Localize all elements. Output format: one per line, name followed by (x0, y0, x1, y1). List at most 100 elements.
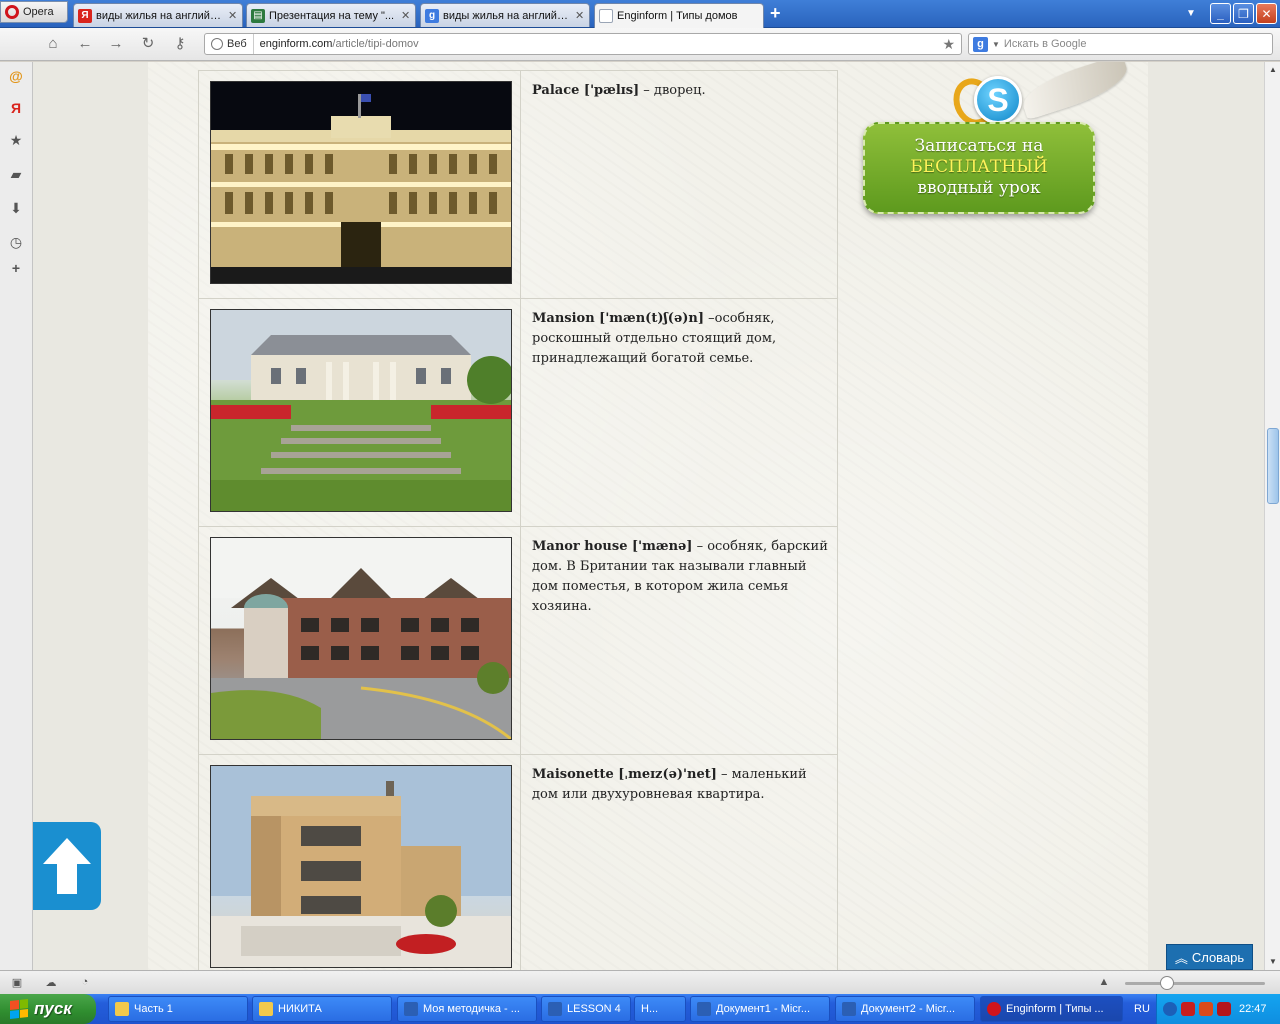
tab-title: виды жилья на английс... (443, 9, 571, 22)
site-info-badge[interactable]: Веб (205, 34, 254, 54)
close-window-icon[interactable]: ✕ (1256, 3, 1277, 24)
word-icon (842, 1002, 856, 1016)
taskbar-item[interactable]: НИКИТА (252, 996, 392, 1022)
tab-title: Презентация на тему "... (269, 9, 395, 22)
zoom-slider[interactable] (1125, 982, 1265, 985)
key-icon[interactable]: ⚷ (169, 34, 191, 54)
manor-house-photo (210, 537, 512, 740)
term: Mansion ['mæn(t)ʃ(ə)n] (532, 311, 704, 326)
browser-tab-active[interactable]: Enginform | Типы домов (594, 3, 764, 28)
taskbar-item[interactable]: Документ2 - Micr... (835, 996, 975, 1022)
browser-status-bar: ▣ ☁ ◔ ▲ (0, 970, 1280, 994)
start-label: пуск (34, 999, 72, 1018)
definition: – дворец. (639, 83, 706, 98)
image-cell (199, 755, 521, 970)
scroll-to-top-button[interactable] (33, 822, 101, 910)
language-indicator[interactable]: RU (1134, 1003, 1150, 1015)
browser-tab-bar: Opera Я виды жилья на английс... ✕ ▤ Пре… (0, 0, 1280, 28)
antivirus-shield-icon[interactable] (1217, 1002, 1231, 1016)
bookmark-star-icon[interactable]: ★ (942, 36, 955, 53)
address-toolbar: ⌂ ← → ↻ ⚷ Веб enginform.com/article/tipi… (0, 28, 1280, 61)
yandex-icon[interactable]: Я (8, 100, 24, 116)
taskbar-item[interactable]: LESSON 4 (541, 996, 631, 1022)
mail-icon[interactable]: @ (8, 68, 24, 84)
windows-taskbar: пуск Часть 1 НИКИТА Моя методичка - ... … (0, 994, 1280, 1024)
opera-icon (987, 1002, 1001, 1016)
taskbar-item-label: Моя методичка - ... (423, 1003, 520, 1015)
scroll-down-icon[interactable]: ▼ (1265, 954, 1280, 970)
double-chevron-up-icon: ︽ (1174, 950, 1188, 966)
search-engine-chevron-icon[interactable]: ▼ (992, 40, 1000, 49)
feather-icon (1017, 62, 1133, 121)
notes-icon[interactable]: ▰ (8, 166, 24, 182)
zoom-menu-icon[interactable]: ▲ (1097, 976, 1111, 989)
taskbar-item[interactable]: Моя методичка - ... (397, 996, 537, 1022)
browser-tab[interactable]: Я виды жилья на английс... ✕ (73, 3, 243, 27)
tab-list-chevron-icon[interactable]: ▼ (1186, 8, 1196, 19)
side-panel: @ Я ★ ▰ ⬇ ◷ + (0, 62, 33, 970)
dictionary-label: Словарь (1191, 949, 1245, 965)
opera-menu-label: Opera (23, 6, 54, 18)
turbo-cloud-icon[interactable]: ☁ (44, 976, 58, 989)
yandex-icon: Я (78, 8, 92, 23)
minimize-icon[interactable]: _ (1210, 3, 1231, 24)
term: Palace ['pælɪs] (532, 83, 640, 98)
speed-dial-icon[interactable]: ◔ (78, 976, 92, 989)
palace-photo (210, 81, 512, 284)
free-lesson-signup-button[interactable]: Записаться на БЕСПЛАТНЫЙ вводный урок (863, 122, 1095, 214)
scroll-up-icon[interactable]: ▲ (1265, 62, 1280, 78)
url-text[interactable]: enginform.com/article/tipi-domov (254, 38, 419, 50)
scrollbar-thumb[interactable] (1267, 428, 1279, 504)
start-button[interactable]: пуск (0, 994, 96, 1024)
downloads-icon[interactable]: ⬇ (8, 200, 24, 216)
skype-icon: S (974, 76, 1022, 124)
restore-icon[interactable]: ❐ (1233, 3, 1254, 24)
google-icon[interactable]: g (973, 36, 988, 52)
tools-icon[interactable] (1199, 1002, 1213, 1016)
definition-text: Manor house ['mænə] – особняк, барский д… (532, 537, 832, 617)
taskbar-item-active[interactable]: Enginform | Типы ... (980, 996, 1123, 1022)
close-tab-icon[interactable]: ✕ (228, 9, 238, 22)
opera-menu-button[interactable]: Opera (0, 1, 68, 23)
taskbar-item[interactable]: H... (634, 996, 686, 1022)
browser-tab[interactable]: g виды жилья на английс... ✕ (420, 3, 590, 27)
presentation-icon: ▤ (251, 8, 265, 23)
term: Manor house ['mænə] (532, 539, 693, 554)
tray-arrow-icon[interactable] (1163, 1002, 1177, 1016)
bookmarks-star-icon[interactable]: ★ (8, 132, 24, 148)
web-content: Palace ['pælɪs] – дворец. Mansion ['mæn(… (33, 62, 1264, 970)
home-icon[interactable]: ⌂ (42, 34, 64, 54)
system-tray: 22:47 (1156, 994, 1280, 1024)
panel-toggle-icon[interactable]: ▣ (10, 976, 24, 989)
browser-tab[interactable]: ▤ Презентация на тему "... ✕ (246, 3, 416, 27)
mansion-photo (210, 309, 512, 512)
close-tab-icon[interactable]: ✕ (401, 9, 411, 22)
windows-logo-icon (10, 999, 28, 1019)
image-cell (199, 299, 521, 526)
definition-text: Mansion ['mæn(t)ʃ(ə)n] –особняк, роскошн… (532, 309, 832, 369)
maisonette-photo (210, 765, 512, 968)
tab-title: Enginform | Типы домов (617, 10, 738, 22)
vertical-scrollbar[interactable]: ▲ ▼ (1264, 62, 1280, 970)
add-panel-icon[interactable]: + (8, 260, 24, 276)
image-cell (199, 71, 521, 298)
close-tab-icon[interactable]: ✕ (575, 9, 585, 22)
dictionary-button[interactable]: ︽ Словарь (1166, 944, 1253, 970)
arrow-up-icon (43, 838, 91, 894)
acrobat-icon[interactable] (1181, 1002, 1195, 1016)
forward-icon[interactable]: → (105, 34, 127, 54)
word-icon (404, 1002, 418, 1016)
taskbar-item[interactable]: Документ1 - Micr... (690, 996, 830, 1022)
search-input[interactable]: g ▼ Искать в Google (968, 33, 1273, 55)
new-tab-icon[interactable]: + (770, 4, 781, 22)
history-clock-icon[interactable]: ◷ (8, 234, 24, 250)
taskbar-item[interactable]: Часть 1 (108, 996, 248, 1022)
banner-line3: вводный урок (917, 178, 1041, 198)
zoom-slider-knob[interactable] (1160, 976, 1174, 990)
taskbar-item-label: Документ2 - Micr... (861, 1003, 956, 1015)
reload-icon[interactable]: ↻ (137, 34, 159, 54)
address-field[interactable]: Веб enginform.com/article/tipi-domov ★ (204, 33, 962, 55)
back-icon[interactable]: ← (74, 34, 96, 54)
opera-logo-icon (5, 5, 19, 19)
folder-icon (259, 1002, 273, 1016)
